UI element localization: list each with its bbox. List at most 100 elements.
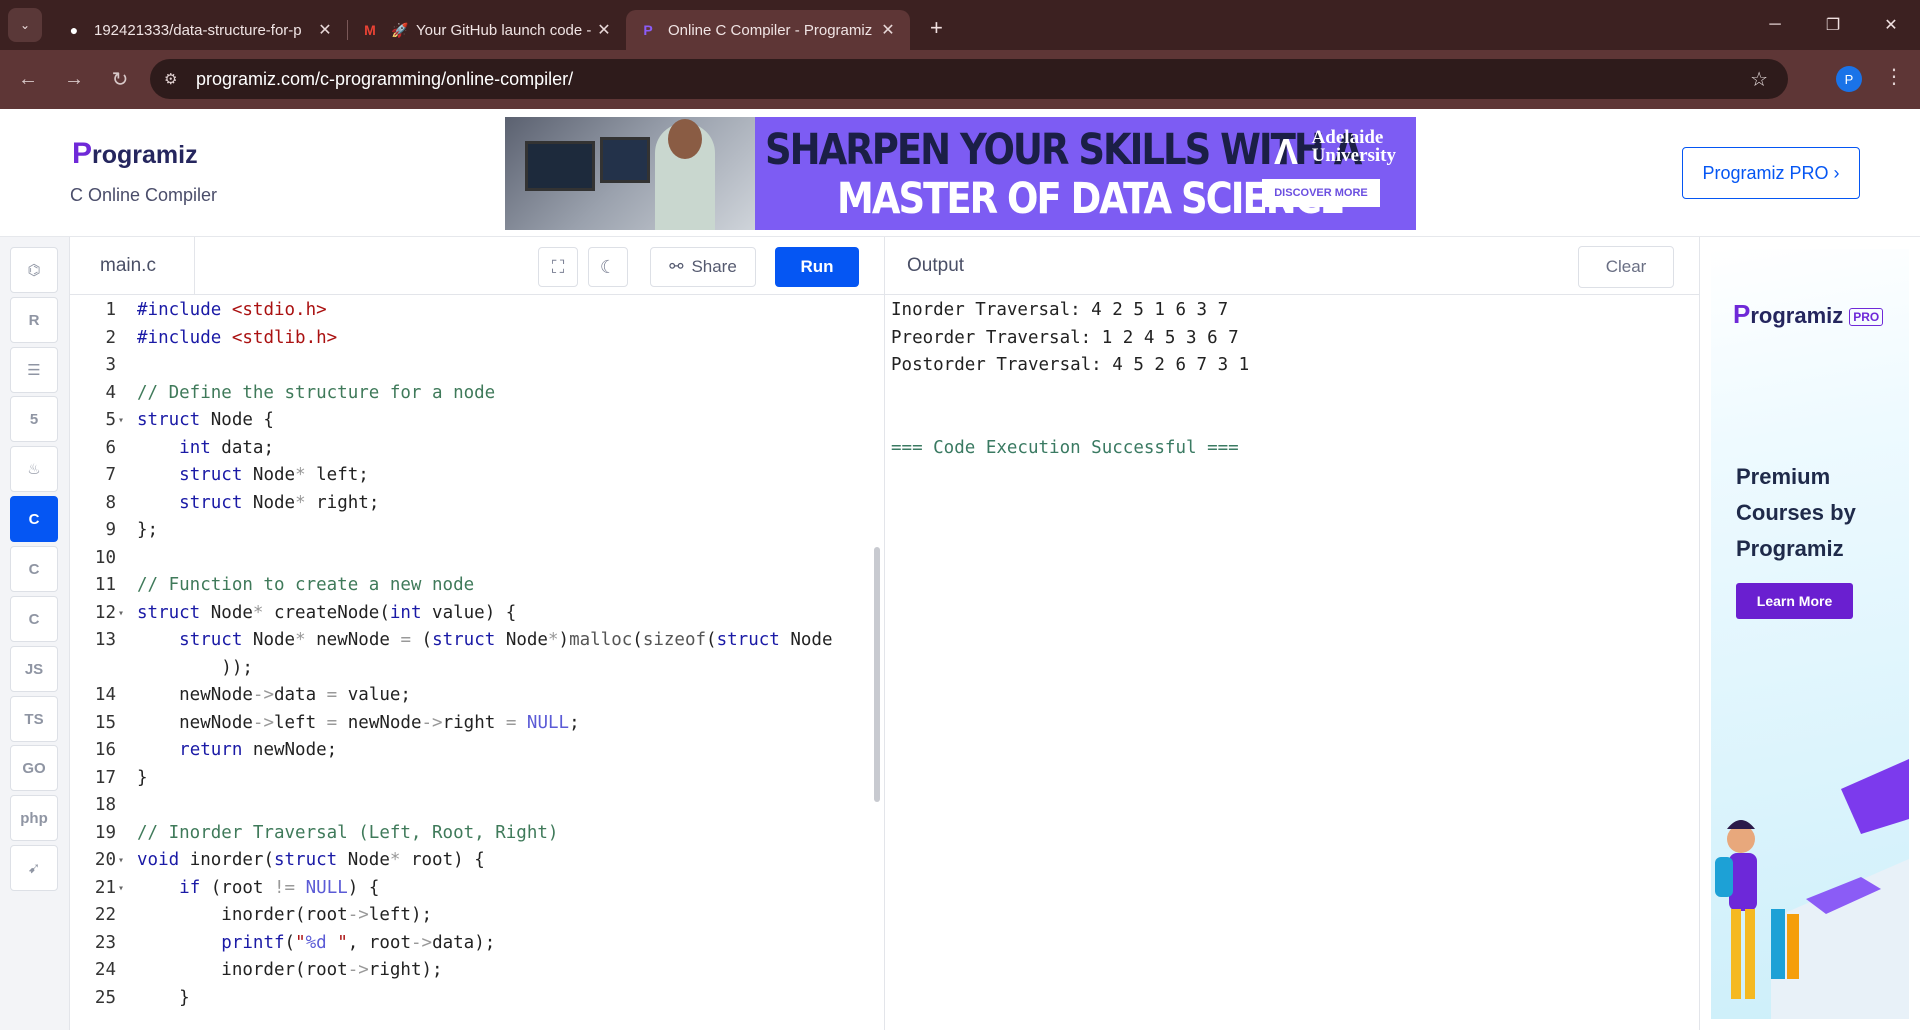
bookmark-star-icon[interactable]: ☆ bbox=[1750, 67, 1768, 92]
ad-logo: Programiz PRO bbox=[1733, 299, 1884, 330]
code-text: } bbox=[137, 987, 190, 1008]
code-line: 15 newNode->left = newNode->right = NULL… bbox=[70, 710, 870, 738]
tab-search-icon[interactable]: ⌄ bbox=[8, 8, 42, 42]
code-line: 7 struct Node* left; bbox=[70, 462, 870, 490]
code-text: }; bbox=[137, 520, 159, 540]
line-number: 18 bbox=[94, 795, 116, 815]
code-text: struct Node* createNode(int value) { bbox=[137, 602, 517, 623]
rocket-icon: 🚀 bbox=[391, 21, 409, 38]
code-text: )); bbox=[137, 657, 253, 678]
monitor-shape bbox=[600, 137, 650, 183]
r-icon[interactable]: R bbox=[10, 297, 58, 343]
sql-icon[interactable]: ☰ bbox=[10, 347, 58, 393]
code-text: printf("%d ", root->data); bbox=[221, 932, 496, 953]
site-info-icon[interactable]: ⚙ bbox=[164, 70, 194, 88]
ad-headline: Premium Courses by Programiz bbox=[1736, 464, 1856, 561]
python-icon[interactable]: ⌬ bbox=[10, 247, 58, 293]
share-icon: ⚯ bbox=[669, 257, 684, 276]
banner-discover-button[interactable]: DISCOVER MORE bbox=[1262, 179, 1380, 207]
csharp-icon[interactable]: C bbox=[10, 596, 58, 642]
fold-arrow-icon[interactable]: ▾ bbox=[118, 847, 124, 875]
code-line: 2 #include <stdlib.h> bbox=[70, 325, 870, 353]
ad-banner[interactable]: SHARPEN YOUR SKILLS WITH A MASTER OF DAT… bbox=[505, 117, 1416, 230]
code-line: 8 struct Node* right; bbox=[70, 490, 870, 518]
tab-programiz[interactable]: P Online C Compiler - Programiz ✕ bbox=[626, 10, 910, 50]
code-area[interactable]: 1 #include <stdio.h> 2 #include <stdlib.h> 3… bbox=[70, 297, 870, 1030]
ad-logo-text: rogramiz bbox=[1750, 303, 1844, 328]
cpp-icon[interactable]: C bbox=[10, 546, 58, 592]
github-icon: ● bbox=[69, 22, 79, 38]
code-line: 6 int data; bbox=[70, 435, 870, 463]
close-window-icon[interactable]: ✕ bbox=[1862, 0, 1920, 50]
close-icon[interactable]: ✕ bbox=[878, 20, 898, 40]
person-head-icon bbox=[1727, 825, 1755, 853]
forward-icon[interactable]: → bbox=[56, 68, 92, 91]
swift-icon[interactable]: ➹ bbox=[10, 845, 58, 891]
pro-ad-card[interactable]: Programiz PRO Premium Courses by Programi… bbox=[1711, 249, 1909, 1019]
code-text: #include <stdlib.h> bbox=[137, 327, 338, 348]
window-controls: ─ ❐ ✕ bbox=[1746, 0, 1920, 50]
cap-shape bbox=[1841, 759, 1909, 834]
url-field[interactable]: ⚙ programiz.com/c-programming/online-com… bbox=[150, 59, 1788, 99]
fold-arrow-icon[interactable]: ▾ bbox=[118, 875, 124, 903]
logo-p: P bbox=[72, 137, 93, 170]
line-number: 24 bbox=[94, 960, 116, 980]
book-icon bbox=[1771, 909, 1785, 979]
code-line: 5 ▾ struct Node { bbox=[70, 407, 870, 435]
tab-github[interactable]: ● 192421333/data-structure-for-p ✕ bbox=[52, 10, 347, 50]
java-icon[interactable]: ♨ bbox=[10, 446, 58, 492]
programiz-pro-button[interactable]: Programiz PRO › bbox=[1682, 147, 1860, 199]
file-tab[interactable]: main.c bbox=[70, 237, 195, 295]
code-text: struct Node* left; bbox=[179, 465, 369, 485]
learn-more-button[interactable]: Learn More bbox=[1736, 583, 1853, 619]
code-line: 23 printf("%d ", root->data); bbox=[70, 930, 870, 958]
new-tab-icon[interactable]: + bbox=[930, 15, 943, 41]
c-icon[interactable]: C bbox=[10, 496, 58, 542]
code-text: struct Node* newNode = (struct Node*)mal… bbox=[179, 630, 833, 650]
restore-icon[interactable]: ❐ bbox=[1804, 0, 1862, 50]
line-number: 14 bbox=[94, 685, 116, 705]
js-icon[interactable]: JS bbox=[10, 646, 58, 692]
line-number: 20 bbox=[94, 850, 116, 870]
profile-avatar[interactable]: P bbox=[1836, 66, 1862, 92]
code-line: 21 ▾ if (root != NULL) { bbox=[70, 875, 870, 903]
dark-mode-icon[interactable]: ☾ bbox=[588, 247, 628, 287]
run-button[interactable]: Run bbox=[775, 247, 859, 287]
fold-arrow-icon[interactable]: ▾ bbox=[118, 407, 124, 435]
clear-button[interactable]: Clear bbox=[1578, 246, 1674, 288]
code-text: struct Node { bbox=[137, 410, 274, 430]
browser-menu-icon[interactable]: ⋮ bbox=[1884, 64, 1904, 89]
code-line: 12 ▾ struct Node* createNode(int value) { bbox=[70, 600, 870, 628]
line-number: 11 bbox=[94, 575, 116, 595]
html-icon[interactable]: 5 bbox=[10, 396, 58, 442]
close-icon[interactable]: ✕ bbox=[315, 20, 335, 40]
code-line: 1 #include <stdio.h> bbox=[70, 297, 870, 325]
editor-scrollbar[interactable] bbox=[874, 547, 880, 802]
ad-illustration bbox=[1715, 759, 1909, 1019]
go-icon[interactable]: GO bbox=[10, 745, 58, 791]
programiz-logo[interactable]: Programiz bbox=[72, 137, 198, 171]
code-text: if (root != NULL) { bbox=[179, 877, 380, 898]
minimize-icon[interactable]: ─ bbox=[1746, 0, 1804, 50]
ts-icon[interactable]: TS bbox=[10, 696, 58, 742]
browser-tab-bar: ⌄ ● 192421333/data-structure-for-p ✕ M 🚀… bbox=[0, 0, 1920, 50]
reload-icon[interactable]: ↻ bbox=[102, 67, 138, 92]
tab-gmail[interactable]: M 🚀 Your GitHub launch code - ✕ bbox=[348, 10, 626, 50]
share-button[interactable]: ⚯ Share bbox=[650, 247, 756, 287]
code-line: 25 } bbox=[70, 985, 870, 1013]
torso-shape bbox=[1729, 853, 1757, 911]
code-text: struct Node* right; bbox=[179, 492, 380, 513]
back-icon[interactable]: ← bbox=[10, 68, 46, 91]
close-icon[interactable]: ✕ bbox=[594, 20, 614, 40]
tab-title: Your GitHub launch code - bbox=[416, 21, 592, 39]
line-number: 21 bbox=[94, 877, 116, 898]
fullscreen-icon[interactable]: ⛶ bbox=[538, 247, 578, 287]
code-text: // Inorder Traversal (Left, Root, Right) bbox=[137, 822, 559, 843]
person-head-shape bbox=[668, 119, 702, 159]
code-text: newNode->left = newNode->right = NULL; bbox=[137, 712, 580, 733]
fold-arrow-icon[interactable]: ▾ bbox=[118, 600, 124, 628]
php-icon[interactable]: php bbox=[10, 795, 58, 841]
code-text: #include <stdio.h> bbox=[137, 300, 327, 320]
